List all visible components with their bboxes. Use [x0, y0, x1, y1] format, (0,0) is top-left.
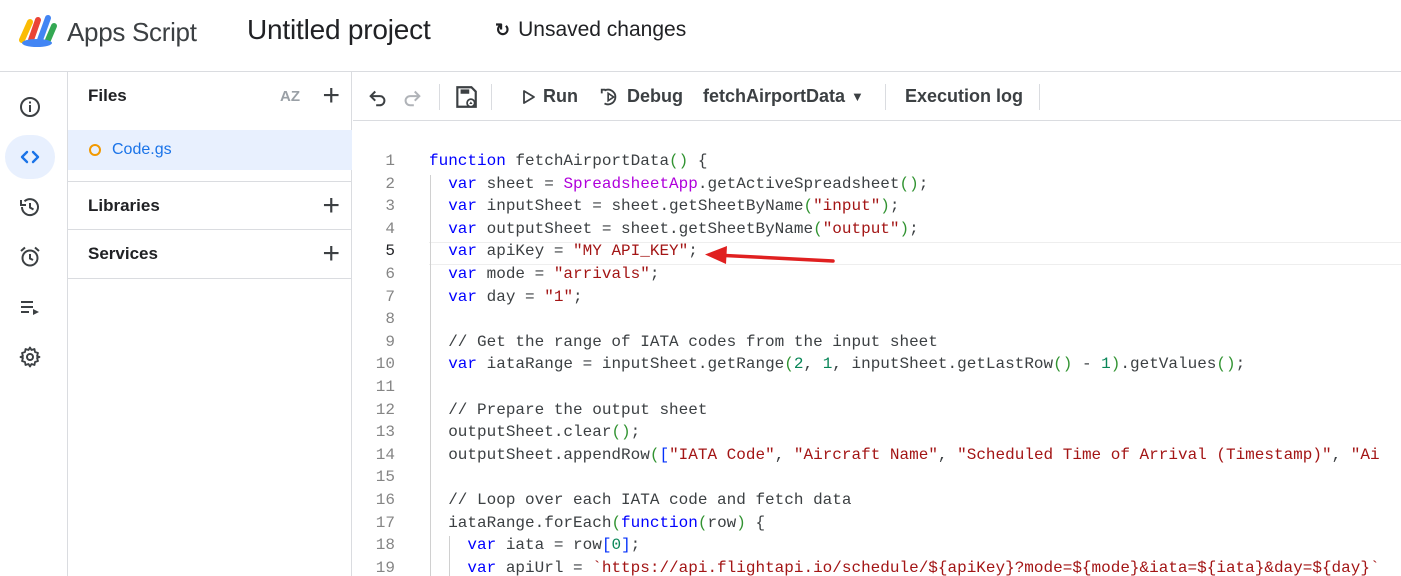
libraries-heading: Libraries — [88, 196, 160, 215]
undo-button[interactable] — [367, 72, 389, 121]
sync-icon: ↻ — [495, 19, 511, 40]
files-header: Files AZ + — [68, 72, 352, 120]
save-status: ↻ Unsaved changes — [495, 18, 686, 42]
history-icon — [20, 198, 39, 217]
alarm-icon — [20, 246, 40, 267]
indent-guide — [429, 174, 431, 576]
save-status-label: Unsaved changes — [518, 18, 687, 41]
run-label: Run — [543, 86, 578, 106]
sort-az-icon[interactable]: AZ — [280, 88, 300, 105]
executions-icon — [21, 301, 39, 315]
app-header: Apps Script Untitled project ↻ Unsaved c… — [0, 0, 1401, 72]
left-nav-rail — [0, 72, 68, 576]
debug-icon — [600, 88, 617, 105]
libraries-row: Libraries + — [68, 182, 352, 230]
overview-button[interactable] — [5, 85, 55, 129]
add-library-button[interactable]: + — [322, 191, 340, 221]
file-status-dot-icon — [89, 144, 101, 156]
toolbar-separator — [439, 84, 440, 110]
code-icon — [20, 150, 40, 164]
services-row: Services + — [68, 230, 352, 278]
add-service-button[interactable]: + — [322, 239, 340, 269]
file-name: Code.gs — [112, 141, 172, 158]
debug-label: Debug — [627, 86, 683, 106]
redo-icon — [404, 90, 421, 106]
apps-script-logo-icon[interactable] — [18, 14, 58, 48]
save-button[interactable] — [453, 72, 479, 121]
execution-log-button[interactable]: Execution log — [905, 72, 1023, 121]
toolbar-separator — [1039, 84, 1040, 110]
divider — [68, 278, 352, 279]
run-button[interactable]: Run — [521, 72, 578, 121]
settings-button[interactable] — [5, 335, 55, 379]
files-panel: Files AZ + Code.gs Libraries + Services … — [68, 72, 352, 576]
app-name[interactable]: Apps Script — [67, 17, 197, 48]
redo-button[interactable] — [401, 72, 423, 121]
undo-icon — [369, 90, 386, 106]
save-to-drive-icon — [456, 85, 477, 108]
annotation-arrow — [705, 246, 835, 264]
toolbar-separator — [491, 84, 492, 110]
services-heading: Services — [88, 244, 158, 263]
toolbar-separator — [885, 84, 886, 110]
function-select[interactable]: fetchAirportData ▼ — [703, 72, 864, 121]
info-icon — [20, 97, 40, 117]
editor-toolbar: Run Debug fetchAirportData ▼ Execution l… — [353, 72, 1401, 121]
code-editor[interactable]: 1 function fetchAirportData() {2 var shee… — [353, 122, 1401, 576]
files-heading: Files — [88, 86, 127, 105]
project-title[interactable]: Untitled project — [247, 14, 431, 46]
gear-icon — [19, 346, 41, 368]
executions-button[interactable] — [5, 285, 55, 329]
triggers-button[interactable] — [5, 235, 55, 279]
editor-button[interactable] — [5, 135, 55, 179]
play-icon — [523, 89, 535, 104]
dropdown-caret-icon: ▼ — [851, 89, 864, 104]
indent-guide — [448, 536, 450, 576]
history-button[interactable] — [5, 185, 55, 229]
execution-log-label: Execution log — [905, 86, 1024, 106]
add-file-button[interactable]: + — [322, 81, 340, 111]
file-item-code-gs[interactable]: Code.gs — [68, 130, 352, 170]
function-select-value: fetchAirportData — [703, 86, 846, 106]
debug-button[interactable]: Debug — [599, 72, 683, 121]
